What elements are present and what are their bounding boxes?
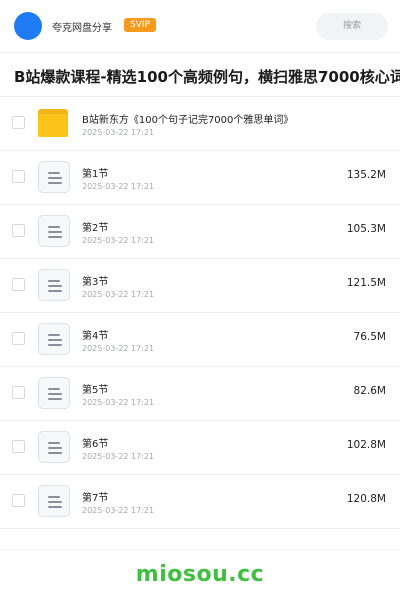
watermark: miosou.cc — [135, 562, 265, 587]
document-icon — [38, 161, 70, 193]
file-date: 2025-03-22 17:21 — [82, 128, 155, 137]
select-checkbox[interactable] — [12, 440, 25, 453]
document-icon — [38, 269, 70, 301]
file-name: 第3节 — [82, 277, 109, 288]
file-name: B站新东方《100个句子记完7000个雅思单词》 — [82, 115, 294, 126]
document-icon — [38, 431, 70, 463]
folder-icon — [38, 109, 68, 137]
list-item[interactable]: 第5节 2025-03-22 17:21 82.6M — [0, 367, 400, 421]
list-item[interactable]: 第3节 2025-03-22 17:21 121.5M — [0, 259, 400, 313]
file-size: 135.2M — [346, 169, 386, 181]
list-item[interactable]: 第2节 2025-03-22 17:21 105.3M — [0, 205, 400, 259]
file-name: 第1节 — [82, 169, 109, 180]
file-name: 第4节 — [82, 331, 109, 342]
select-checkbox[interactable] — [12, 494, 25, 507]
select-checkbox[interactable] — [12, 224, 25, 237]
avatar[interactable] — [14, 12, 42, 40]
file-list: B站新东方《100个句子记完7000个雅思单词》 2025-03-22 17:2… — [0, 97, 400, 529]
select-checkbox[interactable] — [12, 386, 25, 399]
file-name: 第2节 — [82, 223, 109, 234]
file-date: 2025-03-22 17:21 — [82, 506, 155, 515]
file-date: 2025-03-22 17:21 — [82, 182, 155, 191]
file-name: 第5节 — [82, 385, 109, 396]
page-title: B站爆款课程-精选100个高频例句，横扫雅思7000核心词汇 — [14, 68, 400, 86]
search-button[interactable]: 搜索 — [316, 13, 388, 40]
file-size: 76.5M — [353, 331, 386, 343]
document-icon — [38, 215, 70, 247]
list-item[interactable]: 第7节 2025-03-22 17:21 120.8M — [0, 475, 400, 529]
select-checkbox[interactable] — [12, 170, 25, 183]
file-size: 121.5M — [346, 277, 386, 289]
file-date: 2025-03-22 17:21 — [82, 236, 155, 245]
document-icon — [38, 377, 70, 409]
select-checkbox[interactable] — [12, 116, 25, 129]
top-bar: 夸克网盘分享 SVIP 搜索 — [0, 0, 400, 52]
file-date: 2025-03-22 17:21 — [82, 398, 155, 407]
select-checkbox[interactable] — [12, 278, 25, 291]
list-item[interactable]: B站新东方《100个句子记完7000个雅思单词》 2025-03-22 17:2… — [0, 97, 400, 151]
list-item[interactable]: 第6节 2025-03-22 17:21 102.8M — [0, 421, 400, 475]
brand-name: 夸克网盘分享 — [52, 23, 112, 34]
document-icon — [38, 323, 70, 355]
file-size: 102.8M — [346, 439, 386, 451]
document-icon — [38, 485, 70, 517]
file-date: 2025-03-22 17:21 — [82, 452, 155, 461]
list-item[interactable]: 第4节 2025-03-22 17:21 76.5M — [0, 313, 400, 367]
select-checkbox[interactable] — [12, 332, 25, 345]
file-date: 2025-03-22 17:21 — [82, 290, 155, 299]
file-name: 第6节 — [82, 439, 109, 450]
svip-badge: SVIP — [124, 18, 156, 32]
file-size: 120.8M — [346, 493, 386, 505]
title-bar: B站爆款课程-精选100个高频例句，横扫雅思7000核心词汇 — [0, 53, 400, 97]
file-size: 105.3M — [346, 223, 386, 235]
file-size: 82.6M — [353, 385, 386, 397]
footer-divider — [0, 549, 400, 550]
file-date: 2025-03-22 17:21 — [82, 344, 155, 353]
list-item[interactable]: 第1节 2025-03-22 17:21 135.2M — [0, 151, 400, 205]
file-name: 第7节 — [82, 493, 109, 504]
